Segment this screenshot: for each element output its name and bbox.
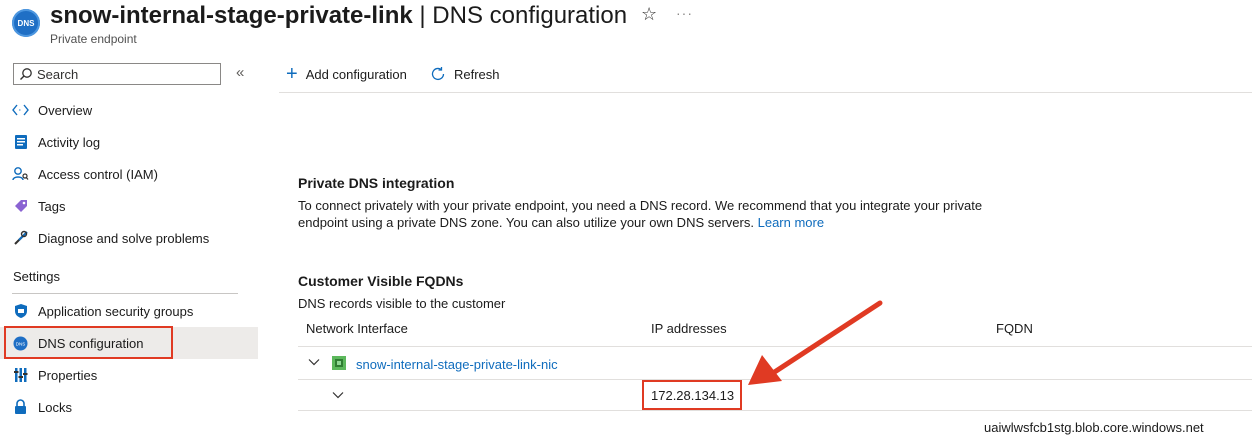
dns-integration-description: To connect privately with your private e… — [298, 197, 998, 231]
resource-icon: DNS — [12, 9, 40, 37]
sidebar-item-activity-log[interactable]: Activity log — [0, 126, 258, 158]
refresh-button[interactable]: Refresh — [430, 64, 500, 84]
resource-type: Private endpoint — [50, 32, 137, 46]
sidebar-item-locks[interactable]: Locks — [0, 391, 258, 423]
page-title: snow-internal-stage-private-link | DNS c… — [50, 0, 627, 32]
iam-icon — [12, 166, 29, 183]
row-divider — [298, 410, 1252, 411]
dns-configuration-highlight — [4, 326, 173, 359]
dns-integration-heading: Private DNS integration — [298, 175, 455, 191]
fqdn-heading: Customer Visible FQDNs — [298, 273, 464, 289]
sidebar-item-label: Locks — [38, 399, 72, 415]
sidebar-item-label: Properties — [38, 367, 98, 383]
sidebar-item-label: Overview — [38, 102, 93, 118]
sidebar-search[interactable] — [13, 63, 221, 85]
sidebar-item-overview[interactable]: Overview — [0, 94, 258, 126]
tag-icon — [12, 198, 29, 215]
sidebar-item-label: Diagnose and solve problems — [38, 230, 210, 246]
fqdn-description: DNS records visible to the customer — [298, 296, 506, 311]
sidebar-item-label: Tags — [38, 198, 66, 214]
activity-log-icon — [12, 134, 29, 151]
column-ip-addresses[interactable]: IP addresses — [651, 321, 727, 336]
overview-icon — [12, 102, 29, 119]
sidebar-item-label: Activity log — [38, 134, 101, 150]
refresh-label: Refresh — [454, 66, 500, 82]
annotation-arrow — [748, 300, 883, 385]
search-icon — [19, 67, 33, 81]
favorite-star-icon[interactable]: ☆ — [641, 4, 657, 25]
nic-link[interactable]: snow-internal-stage-private-link-nic — [356, 357, 558, 372]
add-configuration-label: Add configuration — [305, 66, 407, 82]
sidebar-item-diagnose[interactable]: Diagnose and solve problems — [0, 222, 258, 254]
search-input[interactable] — [33, 66, 207, 82]
collapse-sidebar-icon[interactable]: « — [236, 64, 244, 81]
more-options-icon[interactable]: ··· — [676, 5, 693, 21]
network-interface-icon — [331, 355, 347, 376]
description-text: To connect privately with your private e… — [298, 198, 983, 230]
chevron-down-icon[interactable] — [331, 388, 345, 405]
asg-icon — [12, 303, 29, 320]
fqdn-value: uaiwlwsfcb1stg.blob.core.windows.net — [984, 420, 1204, 435]
chevron-down-icon[interactable] — [307, 355, 321, 372]
plus-icon: + — [286, 63, 298, 85]
sidebar-item-asg[interactable]: Application security groups — [0, 295, 258, 327]
properties-icon — [12, 367, 29, 384]
resource-name: snow-internal-stage-private-link — [50, 2, 413, 29]
wrench-icon — [12, 230, 29, 247]
add-configuration-button[interactable]: + Add configuration — [286, 64, 407, 84]
sidebar-item-properties[interactable]: Properties — [0, 359, 258, 391]
toolbar-divider — [279, 92, 1252, 93]
sidebar-item-label: Application security groups — [38, 303, 194, 319]
blade-name: | DNS configuration — [412, 2, 628, 29]
section-divider — [12, 293, 238, 294]
refresh-icon — [430, 66, 446, 82]
learn-more-link[interactable]: Learn more — [758, 215, 824, 230]
section-settings-label: Settings — [13, 269, 60, 284]
sidebar-item-tags[interactable]: Tags — [0, 190, 258, 222]
column-fqdn[interactable]: FQDN — [996, 321, 1033, 336]
sidebar-item-label: Access control (IAM) — [38, 166, 158, 182]
sidebar-item-iam[interactable]: Access control (IAM) — [0, 158, 258, 190]
column-network-interface[interactable]: Network Interface — [306, 321, 408, 336]
ip-address-value: 172.28.134.13 — [651, 388, 735, 403]
lock-icon — [12, 399, 29, 416]
